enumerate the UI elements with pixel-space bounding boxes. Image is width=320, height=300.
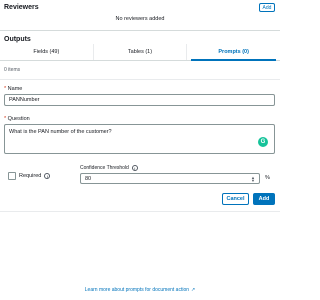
name-label-text: Name xyxy=(7,86,23,92)
question-text: What is the PAN number of the customer? xyxy=(9,129,112,135)
name-input[interactable]: PANNumber xyxy=(4,94,275,106)
confidence-input[interactable]: 80 ▲ ▼ xyxy=(80,173,260,184)
required-checkbox[interactable] xyxy=(8,172,16,180)
required-row: Required i xyxy=(8,172,51,180)
learn-more-link[interactable]: Learn more about prompts for document ac… xyxy=(0,287,280,293)
question-label: * Question xyxy=(4,116,30,122)
items-count: 0 items xyxy=(4,67,21,73)
required-marker: * xyxy=(4,86,7,92)
question-textarea[interactable]: What is the PAN number of the customer? … xyxy=(4,124,275,154)
grammarly-icon[interactable]: G xyxy=(258,137,268,147)
tab-fields[interactable]: Fields (49) xyxy=(0,44,94,60)
add-button[interactable]: Add xyxy=(253,193,275,205)
external-link-icon: ↗ xyxy=(191,287,196,293)
tab-tables[interactable]: Tables (1) xyxy=(94,44,188,60)
confidence-value: 80 xyxy=(85,175,92,182)
no-reviewers-text: No reviewers added xyxy=(115,16,165,22)
required-marker: * xyxy=(4,116,7,122)
stepper-arrows-icon[interactable]: ▲ ▼ xyxy=(251,175,255,182)
divider xyxy=(0,211,280,212)
name-label: * Name xyxy=(4,86,22,92)
outputs-tabs: Fields (49) Tables (1) Prompts (0) xyxy=(0,44,280,61)
cancel-button[interactable]: Cancel xyxy=(222,193,249,205)
reviewers-section: Reviewers Add No reviewers added xyxy=(0,0,280,31)
info-icon[interactable]: i xyxy=(131,165,138,171)
question-label-text: Question xyxy=(7,116,30,122)
add-reviewer-button[interactable]: Add xyxy=(259,3,275,12)
outputs-title: Outputs xyxy=(4,36,31,43)
percent-symbol: % xyxy=(265,175,270,181)
info-icon[interactable]: i xyxy=(44,173,51,179)
confidence-label: Confidence Threshold i xyxy=(80,165,138,171)
learn-more-text: Learn more about prompts for document ac… xyxy=(84,287,190,293)
reviewers-title: Reviewers xyxy=(4,4,39,11)
confidence-label-text: Confidence Threshold xyxy=(80,165,129,171)
tab-prompts[interactable]: Prompts (0) xyxy=(187,44,280,61)
required-label: Required xyxy=(19,173,42,179)
divider xyxy=(0,79,280,80)
